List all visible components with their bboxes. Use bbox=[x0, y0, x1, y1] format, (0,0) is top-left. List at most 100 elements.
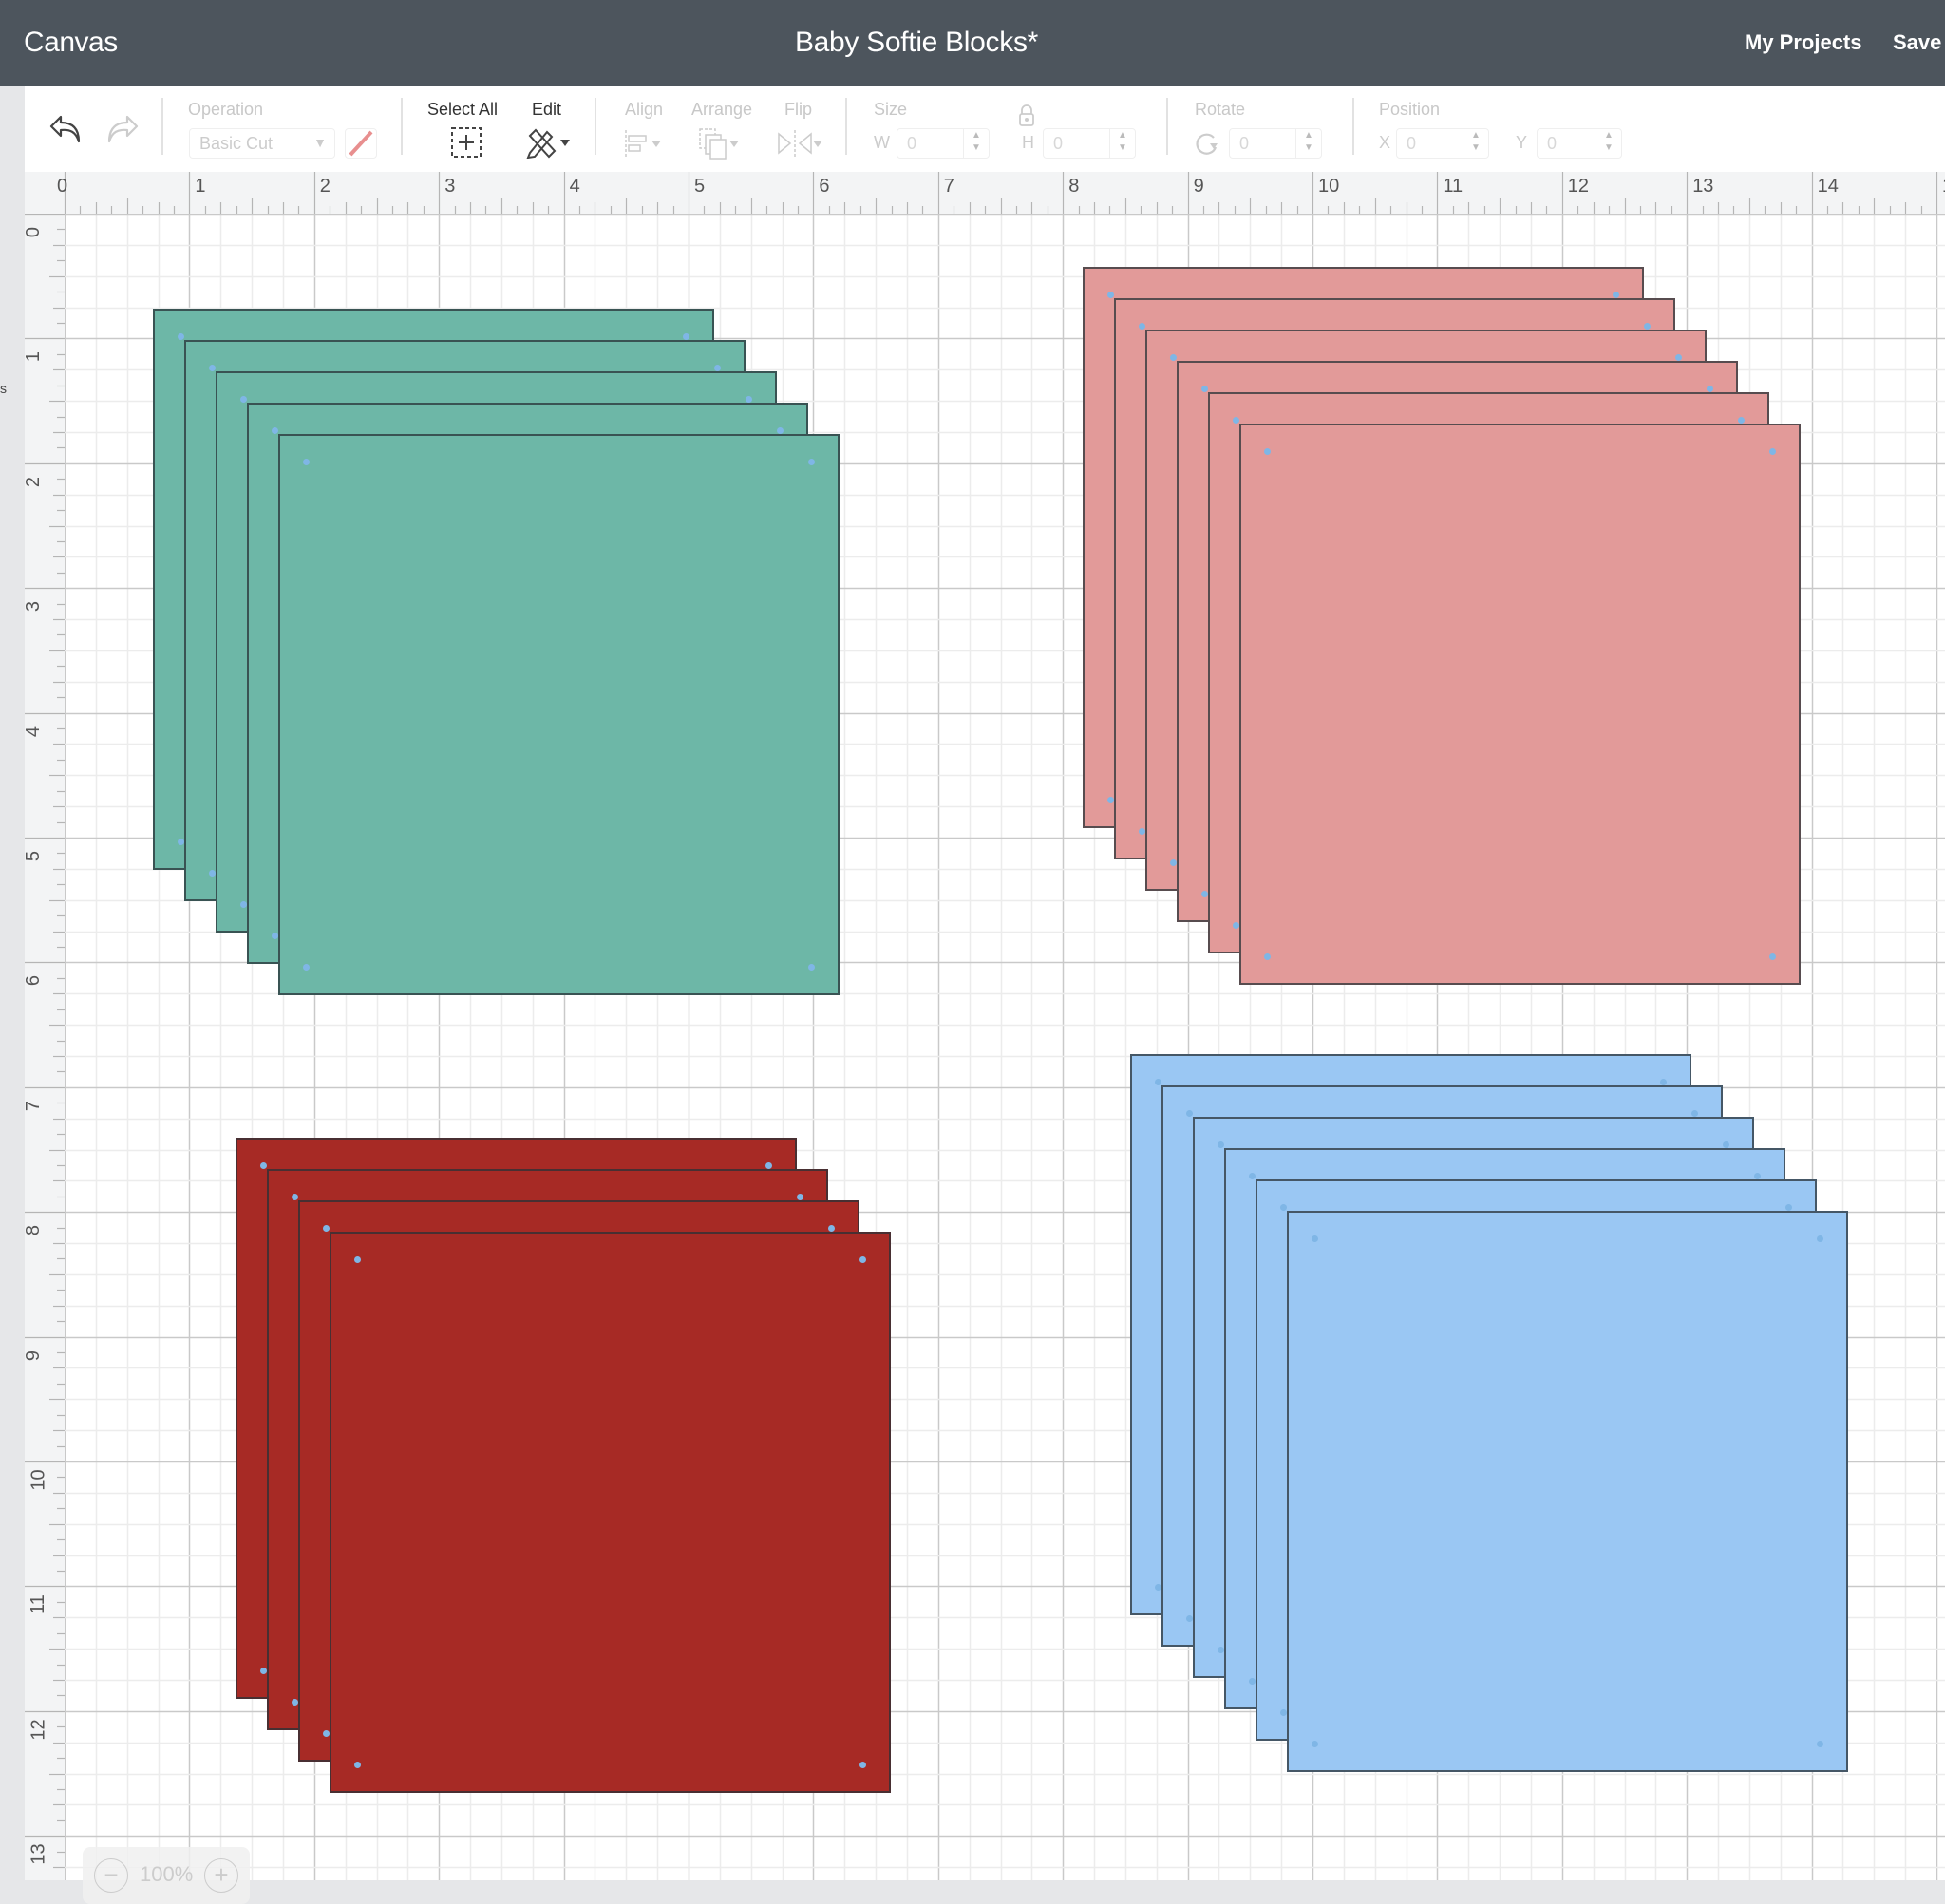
vertical-ruler-ticks bbox=[25, 214, 65, 1869]
y-position-input[interactable]: 0 ▲ ▼ bbox=[1537, 128, 1622, 159]
anchor-point bbox=[323, 1225, 330, 1232]
width-input[interactable]: 0 ▲ ▼ bbox=[897, 128, 990, 159]
diagonal-line-swatch-icon bbox=[349, 130, 373, 157]
anchor-point bbox=[1738, 417, 1745, 424]
anchor-point bbox=[1280, 1709, 1287, 1716]
undo-icon bbox=[49, 115, 81, 143]
anchor-point bbox=[272, 933, 278, 939]
edit-label: Edit bbox=[532, 100, 562, 119]
height-stepper[interactable]: ▲ ▼ bbox=[1109, 129, 1135, 158]
ruler-label: 5 bbox=[23, 850, 45, 862]
anchor-point bbox=[1139, 828, 1145, 835]
height-value: 0 bbox=[1053, 134, 1064, 153]
y-label: Y bbox=[1516, 133, 1528, 152]
toolbar-divider bbox=[595, 98, 596, 155]
square-shape[interactable] bbox=[278, 434, 840, 995]
anchor-point bbox=[797, 1194, 803, 1200]
height-label: H bbox=[1022, 133, 1034, 152]
ruler-label: 9 bbox=[23, 1349, 45, 1361]
anchor-point bbox=[1170, 859, 1177, 866]
rotate-label: Rotate bbox=[1195, 100, 1246, 119]
anchor-point bbox=[1675, 354, 1682, 361]
lock-icon bbox=[1019, 104, 1034, 126]
anchor-point bbox=[1817, 1235, 1823, 1242]
anchor-point bbox=[808, 964, 815, 971]
ruler-label: 13 bbox=[28, 1843, 49, 1865]
redo-button[interactable] bbox=[103, 111, 141, 150]
ruler-label: 5 bbox=[694, 176, 706, 197]
undo-button[interactable] bbox=[47, 111, 85, 150]
toolbar-divider bbox=[401, 98, 403, 155]
arrange-icon bbox=[699, 128, 739, 160]
anchor-point bbox=[1139, 323, 1145, 330]
operation-select[interactable]: Basic Cut ▼ bbox=[189, 128, 335, 159]
anchor-point bbox=[303, 459, 310, 465]
square-shape[interactable] bbox=[1239, 424, 1801, 985]
x-value: 0 bbox=[1407, 134, 1417, 153]
anchor-point bbox=[292, 1194, 298, 1200]
anchor-point bbox=[683, 333, 689, 340]
y-stepper[interactable]: ▲ ▼ bbox=[1596, 129, 1621, 158]
anchor-point bbox=[178, 333, 184, 340]
operation-label: Operation bbox=[188, 100, 264, 119]
rotate-input[interactable]: 0 ▲ ▼ bbox=[1229, 128, 1322, 159]
horizontal-ruler: 0123456789101112131415 bbox=[25, 172, 1945, 215]
edit-menu-button[interactable] bbox=[524, 126, 574, 163]
y-value: 0 bbox=[1547, 134, 1558, 153]
anchor-point bbox=[1233, 417, 1239, 424]
rotate-button[interactable] bbox=[1193, 130, 1221, 161]
anchor-point bbox=[1201, 386, 1208, 392]
anchor-point bbox=[1707, 386, 1713, 392]
ruler-label: 3 bbox=[444, 176, 456, 197]
anchor-point bbox=[1186, 1110, 1193, 1117]
ruler-label: 6 bbox=[819, 176, 830, 197]
square-shape[interactable] bbox=[1287, 1211, 1848, 1772]
anchor-point bbox=[1785, 1204, 1792, 1211]
arrange-menu-button[interactable] bbox=[697, 126, 745, 165]
zoom-in-button[interactable]: + bbox=[204, 1858, 238, 1893]
save-button[interactable]: Save bbox=[1893, 30, 1941, 55]
ruler-label: 8 bbox=[23, 1225, 45, 1236]
anchor-point bbox=[323, 1730, 330, 1737]
anchor-point bbox=[1249, 1173, 1256, 1179]
left-panel-strip: s bbox=[0, 86, 25, 1880]
lock-proportions-button[interactable] bbox=[1012, 104, 1041, 133]
anchor-point bbox=[1769, 448, 1776, 455]
width-stepper[interactable]: ▲ ▼ bbox=[963, 129, 989, 158]
zoom-out-button[interactable]: − bbox=[94, 1858, 128, 1893]
height-input[interactable]: 0 ▲ ▼ bbox=[1043, 128, 1136, 159]
horizontal-ruler-ticks bbox=[64, 172, 1938, 214]
my-projects-button[interactable]: My Projects bbox=[1745, 30, 1862, 55]
ruler-label: 10 bbox=[1318, 176, 1340, 197]
ruler-label: 2 bbox=[23, 476, 45, 487]
anchor-point bbox=[240, 396, 247, 403]
anchor-point bbox=[1233, 922, 1239, 929]
line-color-swatch[interactable] bbox=[345, 128, 377, 159]
ruler-label: 6 bbox=[23, 975, 45, 987]
anchor-point bbox=[260, 1162, 267, 1169]
anchor-point bbox=[303, 964, 310, 971]
width-label: W bbox=[874, 133, 890, 152]
square-shape[interactable] bbox=[330, 1232, 891, 1793]
ruler-label: 1 bbox=[23, 351, 45, 363]
ruler-label: 7 bbox=[23, 1100, 45, 1111]
ruler-label: 12 bbox=[1567, 176, 1590, 197]
anchor-point bbox=[1264, 953, 1271, 960]
ruler-label: 12 bbox=[28, 1719, 49, 1741]
flip-menu-button[interactable] bbox=[775, 128, 824, 163]
x-stepper[interactable]: ▲ ▼ bbox=[1463, 129, 1488, 158]
align-icon bbox=[625, 130, 661, 157]
toolbar-divider bbox=[161, 98, 163, 155]
toolbar-divider bbox=[1166, 98, 1168, 155]
anchor-point bbox=[1264, 448, 1271, 455]
select-all-button[interactable] bbox=[450, 126, 482, 163]
rotate-stepper[interactable]: ▲ ▼ bbox=[1295, 129, 1321, 158]
anchor-point bbox=[1312, 1741, 1318, 1747]
x-position-input[interactable]: 0 ▲ ▼ bbox=[1396, 128, 1489, 159]
design-canvas[interactable] bbox=[65, 214, 1945, 1880]
ruler-label: 4 bbox=[23, 726, 45, 737]
anchor-point bbox=[859, 1256, 866, 1263]
align-menu-button[interactable] bbox=[623, 128, 667, 163]
anchor-point bbox=[1107, 292, 1114, 298]
rotate-value: 0 bbox=[1239, 134, 1250, 153]
